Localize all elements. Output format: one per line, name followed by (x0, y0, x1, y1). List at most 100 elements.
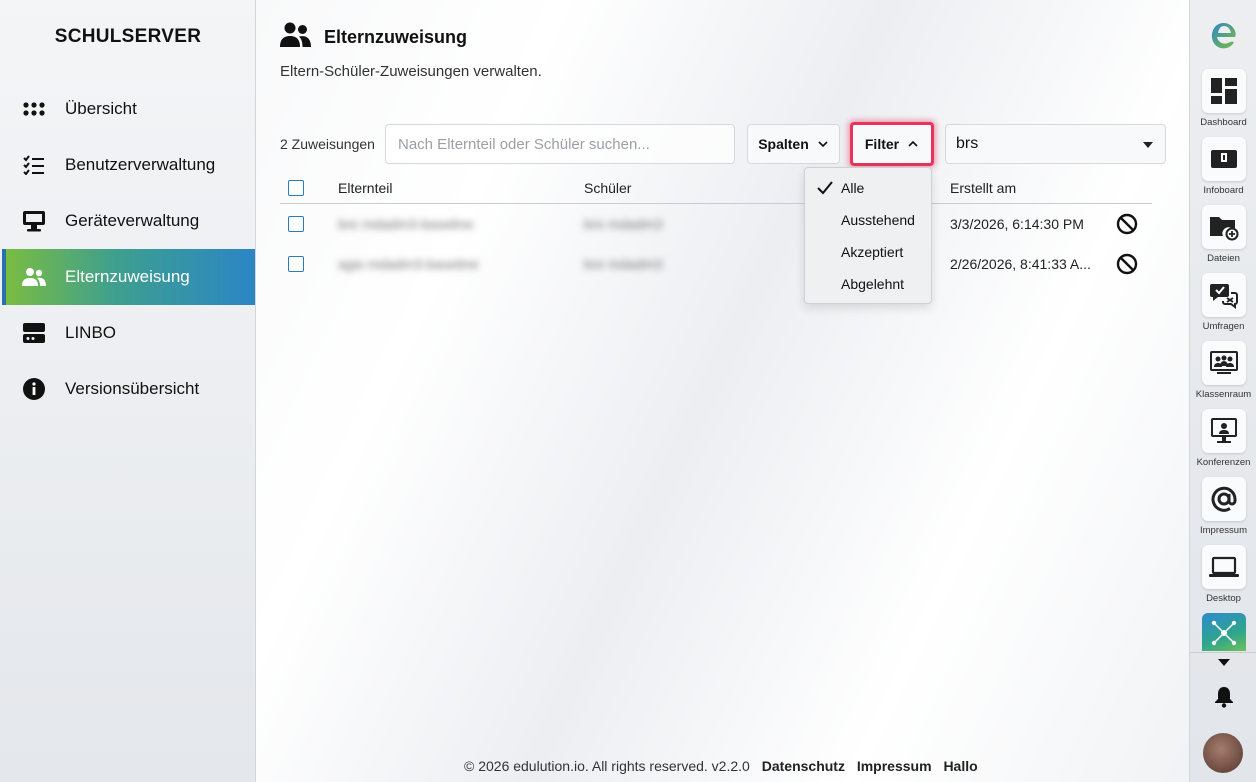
table-header: Elternteil Schüler Erstellt am (280, 172, 1152, 204)
columns-button-label: Spalten (758, 136, 809, 152)
select-all-checkbox[interactable] (288, 180, 304, 196)
school-select-value: brs (956, 135, 979, 152)
columns-button[interactable]: Spalten (747, 124, 840, 164)
dock-label: Desktop (1206, 593, 1241, 604)
dock-dashboard-button[interactable] (1202, 69, 1246, 113)
dock-label: Umfragen (1202, 321, 1245, 332)
column-header-student[interactable]: Schüler (584, 180, 631, 196)
sidebar-item-linbo[interactable]: LINBO (2, 305, 255, 361)
dock-surveys-button[interactable] (1202, 273, 1246, 317)
dock-label: Dateien (1207, 253, 1240, 264)
grid-icon (22, 97, 46, 121)
student-cell: bre mdadm3 (584, 256, 663, 272)
footer: © 2026 edulution.io. All rights reserved… (464, 758, 978, 774)
table-row[interactable]: bre mdadm3-baseline bre mdadm3 3/3/2026,… (280, 204, 1152, 244)
dock-files-button[interactable] (1202, 205, 1246, 249)
dock-divider (1190, 652, 1256, 653)
filter-option-label: Ausstehend (841, 212, 915, 228)
dashboard-icon (1211, 78, 1237, 104)
dock-classroom-button[interactable] (1202, 341, 1246, 385)
footer-link-datenschutz[interactable]: Datenschutz (762, 758, 845, 774)
sidebar-brand: SCHULSERVER (54, 26, 202, 47)
footer-copyright: © 2026 edulution.io. All rights reserved… (464, 758, 750, 774)
edulution-logo-icon[interactable] (1208, 18, 1240, 54)
parent-cell: agw mdadm3-baseline (338, 256, 479, 272)
filter-dropdown: Alle Ausstehend Akzeptiert Abgelehnt (804, 167, 932, 304)
server-icon (22, 321, 46, 345)
dock-impressum-button[interactable] (1202, 477, 1246, 521)
caret-down-icon (1143, 142, 1153, 148)
created-cell: 3/3/2026, 6:14:30 PM (950, 216, 1084, 232)
network-icon (1211, 620, 1237, 646)
filter-button-label: Filter (864, 136, 900, 152)
info-icon (22, 377, 46, 401)
checklist-icon (22, 153, 46, 177)
dock-infoboard-button[interactable] (1202, 137, 1246, 181)
filter-option-ausstehend[interactable]: Ausstehend (805, 204, 931, 236)
sidebar-item-label: Versionsübersicht (65, 379, 200, 398)
student-cell: bre mdadm3 (584, 216, 663, 232)
users-icon (280, 22, 311, 53)
table-row[interactable]: agw mdadm3-baseline bre mdadm3 2/26/2026… (280, 244, 1152, 284)
app-dock: Dashboard Infoboard Dateien Umfragen Kla… (1189, 0, 1256, 782)
parent-cell: bre mdadm3-baseline (338, 216, 474, 232)
dock-desktop-button[interactable] (1202, 545, 1246, 589)
chevron-down-icon (818, 141, 828, 148)
sidebar-item-label: Elternzuweisung (65, 267, 190, 286)
infoboard-icon (1211, 150, 1237, 168)
column-header-created[interactable]: Erstellt am (950, 180, 1016, 196)
column-header-parent[interactable]: Elternteil (338, 180, 392, 196)
filter-option-label: Alle (841, 180, 865, 196)
sidebar-item-uebersicht[interactable]: Übersicht (2, 81, 255, 137)
footer-link-impressum[interactable]: Impressum (857, 758, 932, 774)
laptop-icon (1209, 556, 1239, 577)
check-icon (817, 181, 833, 195)
at-icon (1211, 486, 1237, 512)
sidebar-item-label: Benutzerverwaltung (65, 155, 216, 174)
search-input[interactable] (385, 124, 735, 164)
assignment-count: 2 Zuweisungen (280, 136, 375, 152)
school-select[interactable]: brs (945, 124, 1166, 164)
dock-label: Infoboard (1203, 185, 1244, 196)
sidebar-item-elternzuweisung[interactable]: Elternzuweisung (2, 249, 255, 305)
created-cell: 2/26/2026, 8:41:33 A... (950, 256, 1091, 272)
sidebar-item-label: Übersicht (65, 99, 137, 118)
row-checkbox[interactable] (288, 256, 304, 272)
dock-label: Klassenraum (1195, 389, 1252, 400)
dock-network-app-button[interactable] (1202, 613, 1246, 651)
sidebar: SCHULSERVER Übersicht Benutzerverwaltung… (0, 0, 256, 782)
page-description: Eltern-Schüler-Zuweisungen verwalten. (280, 63, 542, 80)
page-title: Elternzuweisung (324, 27, 468, 47)
caret-down-icon[interactable] (1217, 657, 1231, 667)
dock-label: Dashboard (1200, 117, 1247, 128)
sidebar-item-label: Geräteverwaltung (65, 211, 200, 230)
dock-label: Konferenzen (1196, 457, 1251, 468)
active-indicator (2, 249, 6, 305)
chevron-up-icon (908, 140, 918, 147)
block-icon[interactable] (1116, 253, 1138, 275)
bell-icon[interactable] (1214, 686, 1234, 708)
page-header: Elternzuweisung (280, 22, 467, 53)
footer-link-hallo[interactable]: Hallo (943, 758, 977, 774)
filter-option-akzeptiert[interactable]: Akzeptiert (805, 236, 931, 268)
block-icon[interactable] (1116, 213, 1138, 235)
conference-icon (1211, 418, 1237, 443)
filter-option-abgelehnt[interactable]: Abgelehnt (805, 268, 931, 300)
filter-option-label: Akzeptiert (841, 244, 904, 260)
avatar[interactable] (1203, 733, 1243, 773)
filter-option-label: Abgelehnt (841, 276, 905, 292)
dock-label: Impressum (1200, 525, 1247, 536)
users-icon (22, 265, 46, 289)
sidebar-item-versionsuebersicht[interactable]: Versionsübersicht (2, 361, 255, 417)
folder-icon (1210, 217, 1239, 241)
sidebar-item-geraeteverwaltung[interactable]: Geräteverwaltung (2, 193, 255, 249)
survey-icon (1210, 284, 1238, 309)
row-checkbox[interactable] (288, 216, 304, 232)
sidebar-item-label: LINBO (65, 323, 117, 342)
sidebar-item-benutzerverwaltung[interactable]: Benutzerverwaltung (2, 137, 255, 193)
monitor-icon (22, 209, 46, 233)
classroom-icon (1210, 351, 1238, 374)
dock-conferences-button[interactable] (1202, 409, 1246, 453)
filter-button[interactable]: Filter (850, 122, 934, 166)
filter-option-alle[interactable]: Alle (805, 172, 931, 204)
